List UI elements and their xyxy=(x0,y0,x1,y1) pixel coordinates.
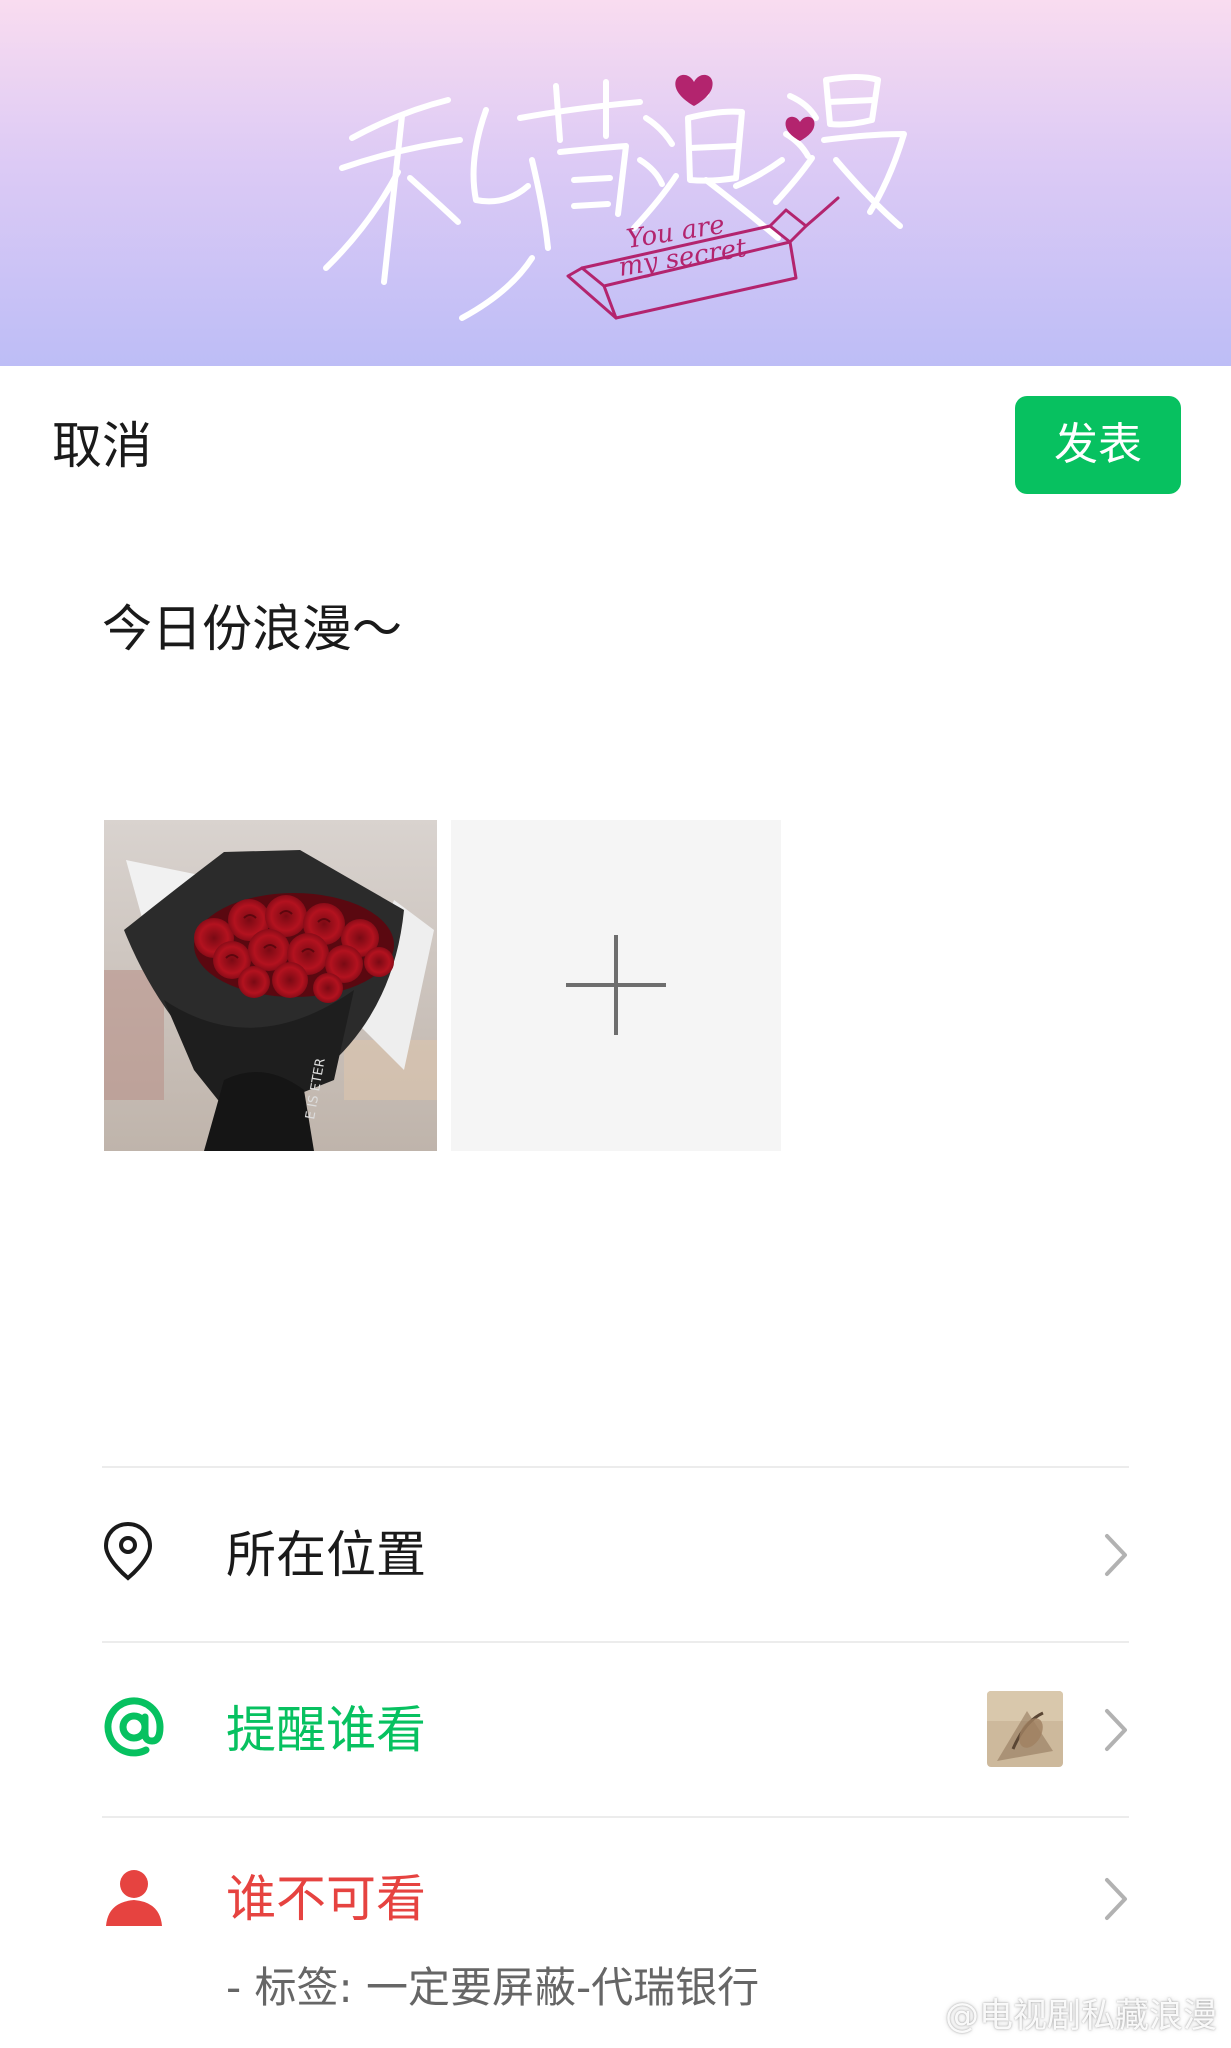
attached-photo[interactable]: E IS ETER xyxy=(104,820,437,1151)
chevron-right-icon xyxy=(1105,1534,1127,1576)
at-icon xyxy=(104,1697,164,1757)
hidden-from-tag-label: - 标签: 一定要屏蔽-代瑞银行 xyxy=(226,1963,760,2012)
add-photo-button[interactable] xyxy=(451,820,781,1151)
weibo-watermark: @电视剧私藏浪漫 xyxy=(945,1996,1217,2036)
mention-row[interactable]: 提醒谁看 xyxy=(102,1643,1129,1817)
hidden-from-label: 谁不可看 xyxy=(226,1870,426,1928)
cancel-button[interactable]: 取消 xyxy=(52,412,152,480)
location-pin-icon xyxy=(103,1521,153,1581)
avatar xyxy=(987,1691,1063,1767)
location-label: 所在位置 xyxy=(226,1526,426,1584)
chevron-right-icon xyxy=(1105,1878,1127,1920)
publish-button[interactable]: 发表 xyxy=(1015,396,1181,494)
location-row[interactable]: 所在位置 xyxy=(102,1468,1129,1642)
chevron-right-icon xyxy=(1105,1709,1127,1751)
header-banner: You are my secret xyxy=(0,0,1231,366)
mentioned-user-avatar[interactable] xyxy=(987,1691,1063,1767)
person-icon xyxy=(106,1870,162,1926)
mention-label: 提醒谁看 xyxy=(226,1701,426,1759)
post-text-input[interactable]: 今日份浪漫～ xyxy=(102,594,402,664)
show-logo: You are my secret xyxy=(323,74,907,321)
rose-bouquet-photo: E IS ETER xyxy=(104,820,437,1151)
plus-icon xyxy=(566,935,666,1035)
